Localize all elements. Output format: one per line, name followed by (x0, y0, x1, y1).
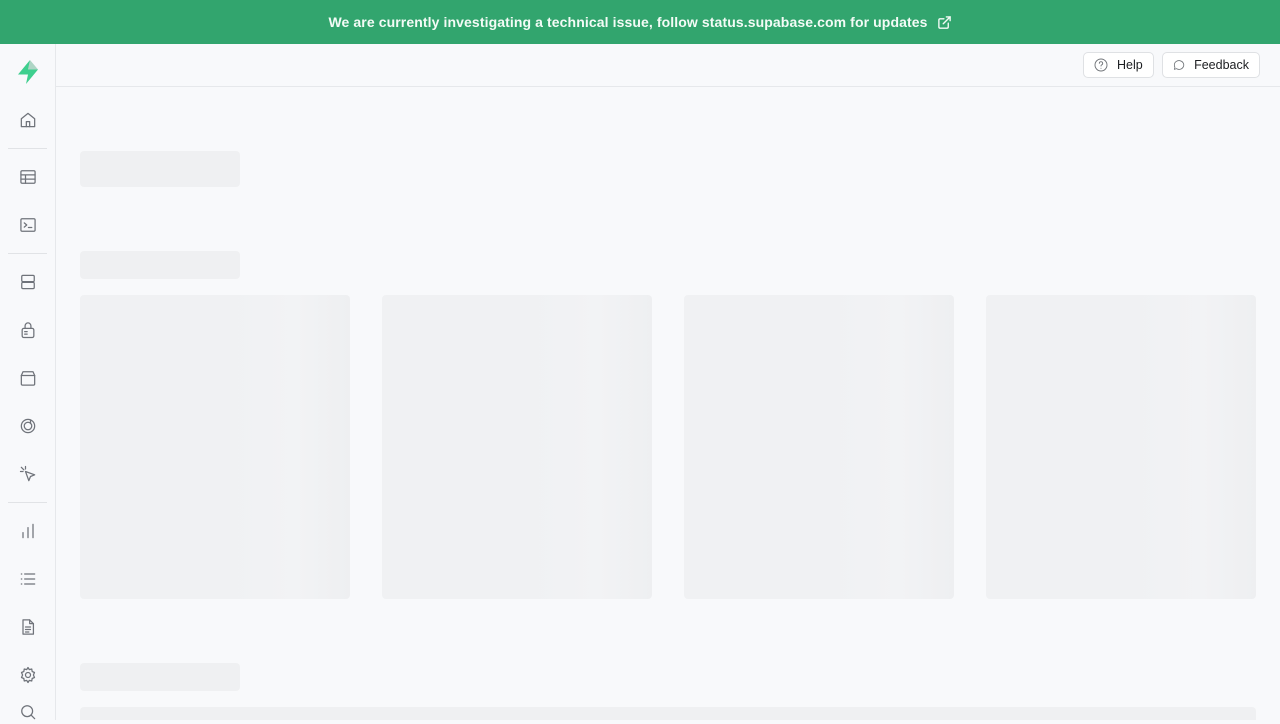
card-skeleton (80, 295, 350, 599)
status-banner[interactable]: We are currently investigating a technic… (0, 0, 1280, 44)
title-skeleton (80, 151, 240, 187)
table-icon[interactable] (16, 165, 40, 189)
feedback-label: Feedback (1194, 58, 1249, 72)
list-icon[interactable] (16, 567, 40, 591)
top-bar: Help Feedback (56, 44, 1280, 87)
lock-icon[interactable] (16, 318, 40, 342)
panel-skeleton (80, 707, 1256, 720)
bar-chart-icon[interactable] (16, 519, 40, 543)
card-skeleton (684, 295, 954, 599)
terminal-icon[interactable] (16, 213, 40, 237)
help-icon (1094, 58, 1108, 72)
help-button[interactable]: Help (1083, 52, 1154, 78)
card-skeleton (382, 295, 652, 599)
sidebar (0, 44, 56, 720)
pointer-icon[interactable] (16, 462, 40, 486)
feedback-button[interactable]: Feedback (1162, 52, 1260, 78)
section-heading-skeleton (80, 251, 240, 279)
banner-message: We are currently investigating a technic… (328, 14, 928, 30)
functions-icon[interactable] (16, 414, 40, 438)
sidebar-divider (8, 148, 47, 149)
section-heading-skeleton (80, 663, 240, 691)
search-icon[interactable] (16, 700, 40, 724)
document-icon[interactable] (16, 615, 40, 639)
message-icon (1173, 60, 1185, 70)
supabase-logo[interactable] (15, 59, 41, 85)
gear-icon[interactable] (16, 663, 40, 687)
external-link-icon[interactable] (937, 15, 952, 30)
database-icon[interactable] (16, 270, 40, 294)
card-skeleton (986, 295, 1256, 599)
help-label: Help (1117, 58, 1143, 72)
archive-icon[interactable] (16, 366, 40, 390)
sidebar-divider (8, 253, 47, 254)
sidebar-divider (8, 502, 47, 503)
home-icon[interactable] (16, 108, 40, 132)
